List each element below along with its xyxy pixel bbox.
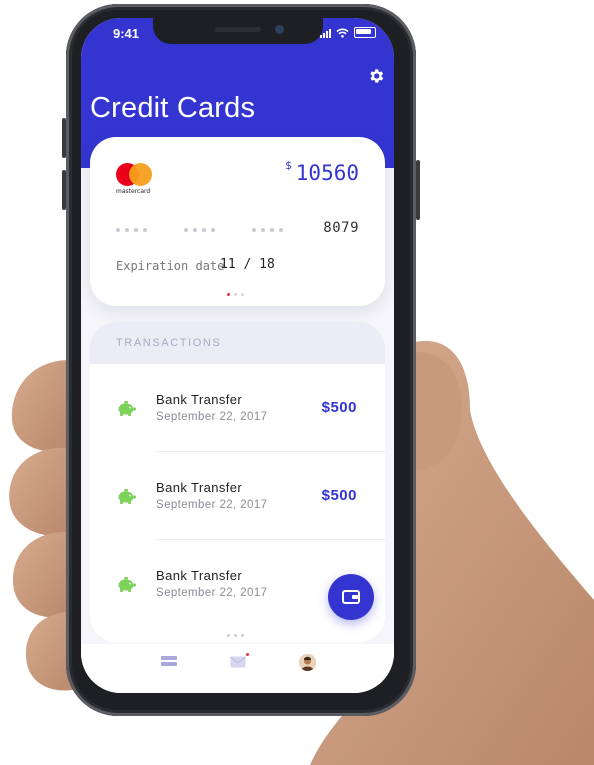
piggy-bank-icon [118,489,136,504]
card-brand: mastercard [116,188,151,195]
transaction-name: Bank Transfer [156,392,243,407]
pager-dot[interactable] [234,293,237,296]
pager-dot[interactable] [241,293,244,296]
power-button [416,160,420,220]
transactions-title: TRANSACTIONS [116,337,222,349]
card-last4: 8079 [323,220,359,236]
balance-value: 10560 [295,161,359,185]
avatar-image [299,654,316,671]
avatar[interactable] [299,654,316,671]
volume-button [62,170,66,210]
more-indicator [227,634,244,637]
notch [153,18,323,44]
mail-icon[interactable] [230,656,246,668]
transaction-date: September 22, 2017 [156,499,268,511]
expiration-value: 11 / 18 [220,257,275,272]
volume-button [62,118,66,158]
speaker [215,27,261,32]
wifi-icon [336,28,349,38]
transaction-amount: $500 [321,399,357,416]
transaction-amount: $500 [321,487,357,504]
battery-icon [354,27,376,38]
piggy-bank-icon [118,401,136,416]
expiration-label: Expiration date [116,259,225,273]
masked-digits [116,228,147,232]
wallet-icon [342,590,360,604]
pager-dot-active[interactable] [227,293,230,296]
page-title: Credit Cards [90,92,256,124]
transactions-header: TRANSACTIONS [90,322,385,364]
bottom-nav [81,644,394,693]
transaction-name: Bank Transfer [156,480,243,495]
status-time: 9:41 [113,26,140,41]
camera [275,25,284,34]
piggy-bank-icon [118,577,136,592]
transaction-row[interactable]: Bank Transfer September 22, 2017 $500 [90,452,385,540]
cards-icon[interactable] [161,656,177,667]
card-balance: $10560 [285,159,359,185]
transaction-row[interactable]: Bank Transfer September 22, 2017 $500 [90,364,385,452]
credit-card[interactable]: mastercard $10560 8079 Expiration date 1… [90,137,385,306]
transaction-date: September 22, 2017 [156,411,268,423]
status-icons [320,27,376,38]
app-screen: 9:41 Credit Cards mastercard $10560 8079… [81,18,394,693]
mastercard-logo: mastercard [116,163,154,195]
masked-digits [184,228,215,232]
card-pager[interactable] [227,293,244,296]
wallet-button[interactable] [328,574,374,620]
currency-symbol: $ [285,159,292,172]
masked-digits [252,228,283,232]
transaction-name: Bank Transfer [156,568,243,583]
transaction-date: September 22, 2017 [156,587,268,599]
notification-dot [246,653,249,656]
gear-icon[interactable] [367,67,385,85]
